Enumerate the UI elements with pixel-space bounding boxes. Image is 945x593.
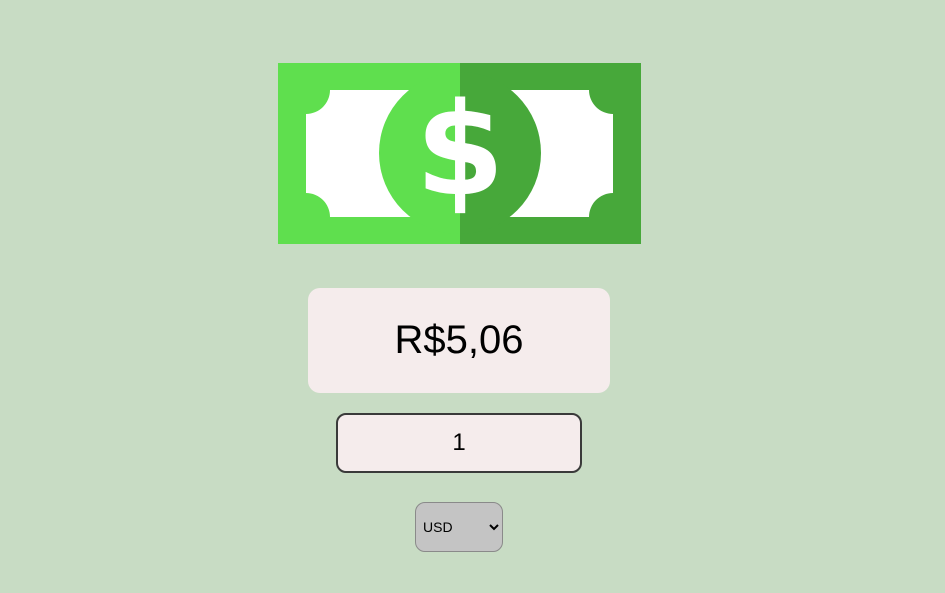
converted-value: R$5,06 <box>394 318 524 362</box>
svg-text:$: $ <box>415 76 504 225</box>
currency-converter-page: $ R$5,06 USD <box>0 0 945 593</box>
dollar-bill-icon: $ <box>278 63 641 244</box>
currency-select[interactable]: USD <box>415 502 503 552</box>
converted-result-box: R$5,06 <box>308 288 610 393</box>
amount-input[interactable] <box>336 413 582 473</box>
